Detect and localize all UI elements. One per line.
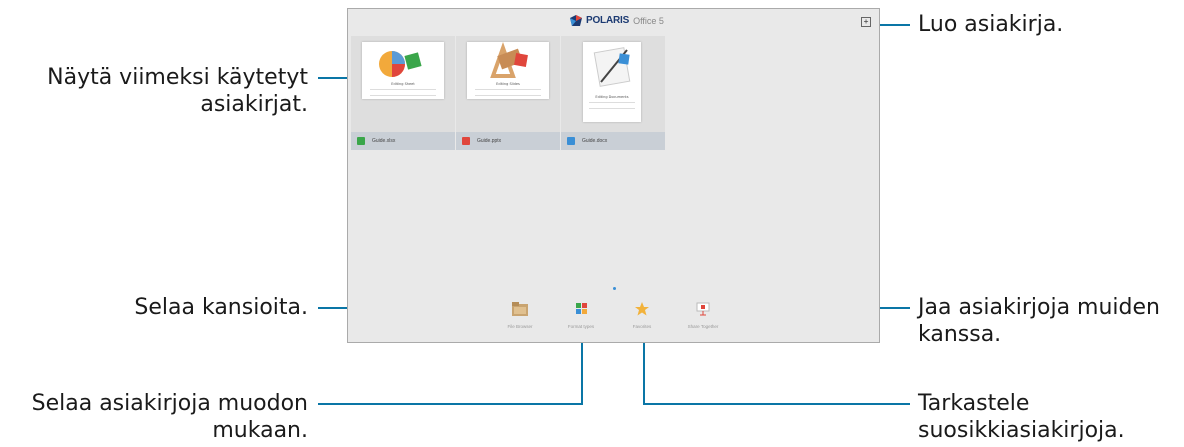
thumbnail-text-lines — [370, 89, 436, 96]
thumbnail-text-lines — [589, 102, 635, 109]
polaris-logo-icon — [570, 15, 582, 26]
spreadsheet-icon — [357, 137, 365, 145]
callout-share-line2: kanssa. — [918, 322, 1002, 347]
callout-share-documents: Jaa asiakirjoja muiden kanssa. — [918, 294, 1160, 348]
file-thumbnail: Editing Sheet — [362, 42, 444, 99]
nav-format-types[interactable]: Format types — [551, 301, 611, 329]
bottom-navigation: File Browser Format types Favorites Shar… — [348, 295, 879, 342]
thumbnail-title: Editing Documents — [595, 95, 629, 99]
file-name: Guide.docx — [582, 138, 608, 144]
folder-icon — [512, 302, 528, 316]
nav-label: File Browser — [507, 324, 533, 329]
thumbnail-title: Editing Sheet — [391, 82, 415, 86]
thumbnail-text-lines — [475, 89, 541, 96]
app-screen: POLARIS Office 5 + Editing Sheet Guide.x… — [347, 8, 880, 343]
callout-share-line1: Jaa asiakirjoja muiden — [918, 295, 1160, 320]
nav-share-together[interactable]: Share Together — [673, 301, 733, 329]
callout-recent-documents: Näytä viimeksi käytetyt asiakirjat. — [47, 64, 308, 118]
file-label-bar: Guide.xlsx — [351, 132, 455, 150]
recent-file-card[interactable]: Editing Slides Guide.pptx — [456, 36, 560, 150]
file-label-bar: Guide.pptx — [456, 132, 560, 150]
star-icon — [635, 302, 649, 316]
leader-line-favorites-horizontal — [643, 403, 910, 405]
recent-file-card[interactable]: Editing Sheet Guide.xlsx — [351, 36, 455, 150]
callout-browse-by-format: Selaa asiakirjoja muodon mukaan. — [32, 390, 308, 444]
nav-label: Format types — [567, 324, 595, 329]
page-indicator-dot — [613, 287, 616, 290]
thumbnail-title: Editing Slides — [496, 82, 520, 86]
callout-format-line2: mukaan. — [212, 418, 308, 443]
file-name: Guide.xlsx — [372, 138, 396, 144]
logo-text: POLARIS — [586, 15, 630, 26]
file-thumbnail: Editing Documents — [583, 42, 641, 122]
nav-file-browser[interactable]: File Browser — [490, 301, 550, 329]
spreadsheet-thumbnail-art — [379, 51, 422, 77]
callout-favorites: Tarkastele suosikkiasiakirjoja. — [918, 390, 1125, 444]
file-thumbnail: Editing Slides — [467, 42, 549, 99]
callout-favorites-line1: Tarkastele — [918, 391, 1030, 416]
presentation-thumbnail-art — [490, 42, 528, 78]
nav-label: Favorites — [632, 324, 652, 329]
file-name: Guide.pptx — [477, 138, 502, 144]
leader-line-format-horizontal — [318, 403, 583, 405]
callout-create-document: Luo asiakirja. — [918, 12, 1064, 37]
new-document-icon[interactable]: + — [861, 17, 871, 27]
recent-documents: Editing Sheet Guide.xlsx Editing Slides — [351, 36, 666, 150]
callout-browse-folders: Selaa kansioita. — [134, 295, 308, 320]
callout-format-line1: Selaa asiakirjoja muodon — [31, 391, 308, 416]
document-icon — [567, 137, 575, 145]
grid-icon — [576, 303, 587, 314]
nav-favorites[interactable]: Favorites — [612, 301, 672, 329]
logo-subtitle: Office 5 — [633, 15, 664, 26]
presentation-share-icon — [696, 302, 710, 316]
app-header: POLARIS Office 5 + — [348, 9, 879, 35]
callout-recent-line1: Näytä viimeksi käytetyt — [47, 65, 308, 90]
file-label-bar: Guide.docx — [561, 132, 665, 150]
callout-favorites-line2: suosikkiasiakirjoja. — [918, 418, 1125, 443]
presentation-icon — [462, 137, 470, 145]
recent-file-card[interactable]: Editing Documents Guide.docx — [561, 36, 665, 150]
polaris-logo: POLARIS Office 5 — [570, 15, 664, 26]
callout-recent-line2: asiakirjat. — [200, 92, 308, 117]
nav-label: Share Together — [687, 324, 719, 329]
document-thumbnail-art — [593, 47, 631, 87]
